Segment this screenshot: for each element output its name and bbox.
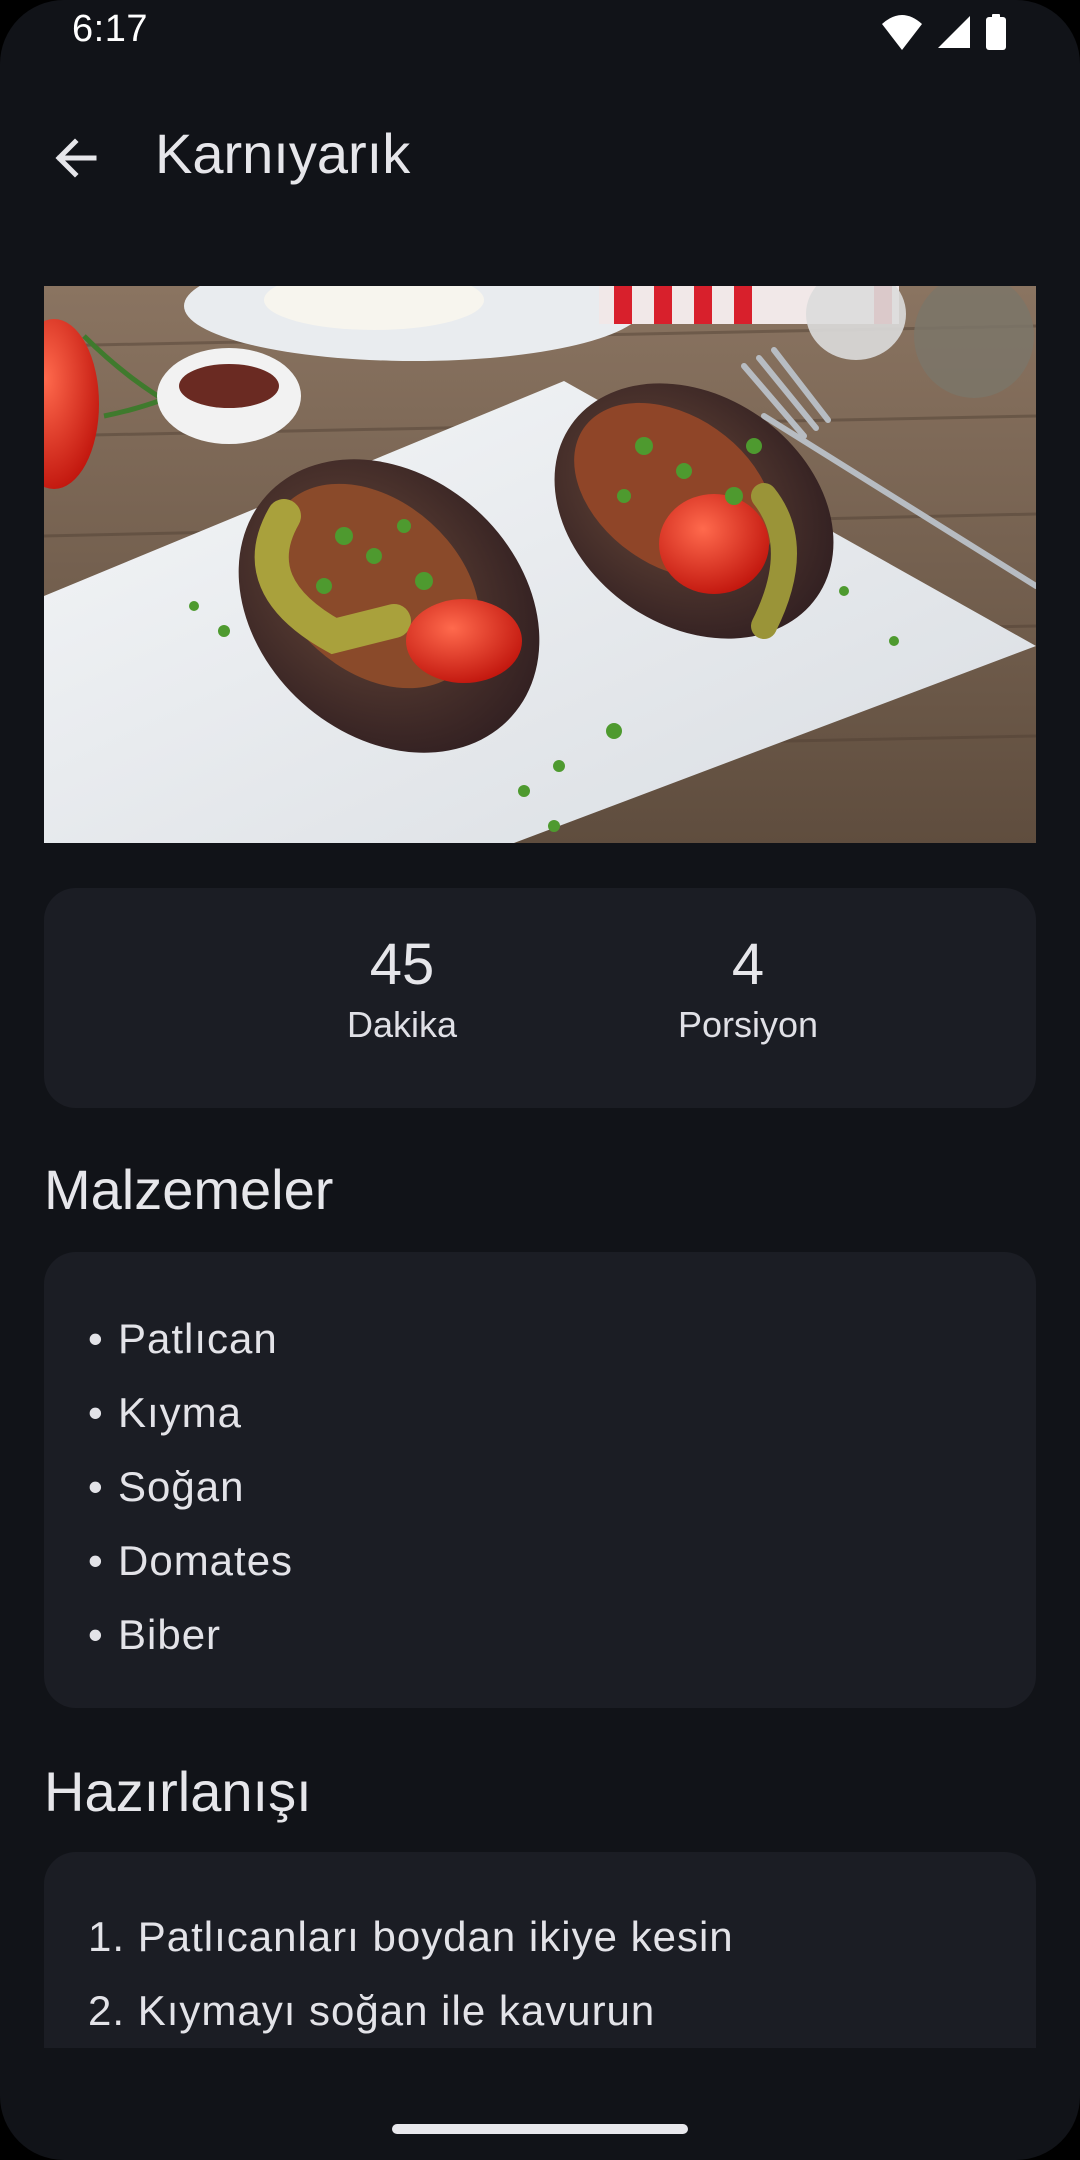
- battery-icon: [984, 12, 1008, 52]
- top-app-bar: Karnıyarık: [0, 100, 1080, 210]
- servings-value: 4: [731, 932, 765, 997]
- bullet-icon: •: [88, 1463, 104, 1510]
- arrow-back-icon: [50, 132, 102, 189]
- status-bar: 6:17: [0, 0, 1080, 64]
- recipe-hero-image: [44, 286, 1036, 843]
- bullet-icon: •: [88, 1389, 104, 1436]
- ingredients-heading: Malzemeler: [44, 1158, 334, 1221]
- step-item: 2. Kıymayı soğan ile kavurun: [88, 1987, 656, 2034]
- signal-icon: [936, 12, 972, 52]
- ingredient-text: Patlıcan: [118, 1315, 278, 1362]
- cook-time-stat: 45 Dakika: [252, 930, 552, 1050]
- ingredient-text: Soğan: [118, 1463, 245, 1510]
- gesture-nav-handle[interactable]: [392, 2124, 688, 2134]
- preparation-card: 1. Patlıcanları boydan ikiye kesin 2. Kı…: [44, 1852, 1036, 2048]
- ingredient-list: • Patlıcan • Kıyma • Soğan • Domates • Biber: [88, 1302, 293, 1672]
- bullet-icon: •: [88, 1315, 104, 1362]
- ingredients-card: • Patlıcan • Kıyma • Soğan • Domates • Biber: [44, 1252, 1036, 1708]
- ingredient-item: • Patlıcan: [88, 1302, 293, 1376]
- ingredient-item: • Domates: [88, 1524, 293, 1598]
- wifi-icon: [880, 12, 924, 52]
- preparation-heading: Hazırlanışı: [44, 1760, 312, 1823]
- bullet-icon: •: [88, 1611, 104, 1658]
- cook-time-label: Dakika: [346, 1004, 458, 1045]
- step-item: 1. Patlıcanları boydan ikiye kesin: [88, 1913, 734, 1960]
- ingredient-item: • Biber: [88, 1598, 293, 1672]
- status-time: 6:17: [72, 8, 148, 50]
- servings-label: Porsiyon: [677, 1004, 819, 1045]
- servings-stat: 4 Porsiyon: [598, 930, 898, 1050]
- page-title: Karnıyarık: [155, 122, 411, 185]
- ingredient-text: Domates: [118, 1537, 294, 1584]
- phone-screen: 6:17 Karnıyarık 45 Dakika 4 Porsiyon Mal…: [0, 0, 1080, 2160]
- recipe-stats-card: 45 Dakika 4 Porsiyon: [44, 888, 1036, 1108]
- step-list: 1. Patlıcanları boydan ikiye kesin 2. Kı…: [88, 1900, 734, 2048]
- bullet-icon: •: [88, 1537, 104, 1584]
- status-icons: [880, 12, 1008, 52]
- back-button[interactable]: [36, 120, 116, 200]
- ingredient-text: Biber: [118, 1611, 222, 1658]
- ingredient-item: • Kıyma: [88, 1376, 293, 1450]
- ingredient-text: Kıyma: [118, 1389, 243, 1436]
- ingredient-item: • Soğan: [88, 1450, 293, 1524]
- cook-time-value: 45: [369, 932, 435, 997]
